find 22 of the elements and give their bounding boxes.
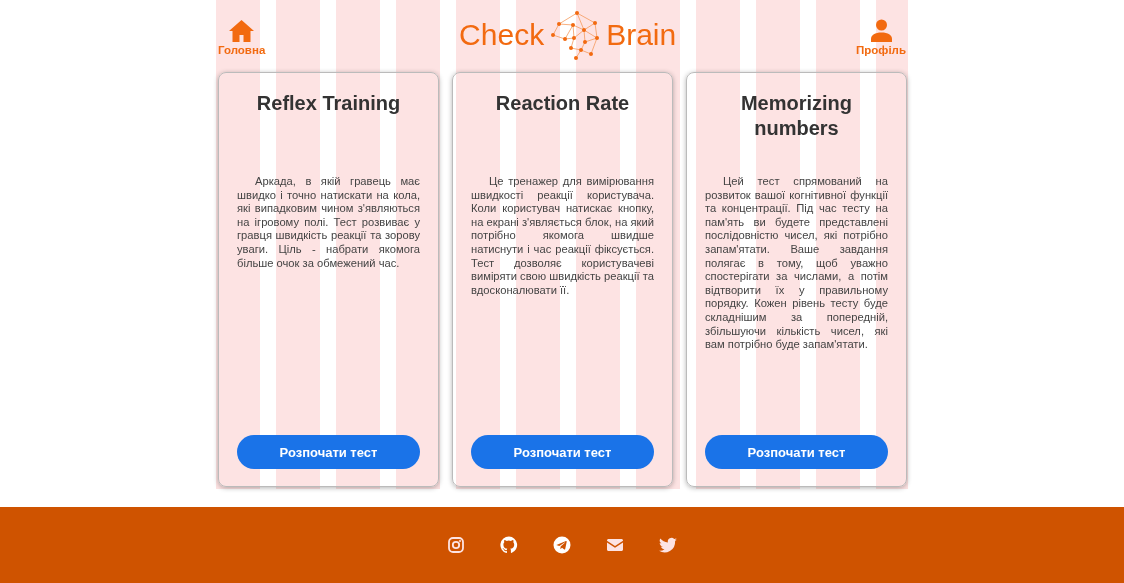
home-icon [228, 18, 256, 43]
card-title: Reflex Training [256, 91, 401, 116]
social-link[interactable] [552, 535, 572, 555]
logo-text: Brain [606, 18, 677, 52]
start-test-button[interactable]: Розпочати тест [471, 435, 654, 469]
paper-plane-icon [552, 535, 572, 555]
card-description: Цей тест спрямований на розвиток вашої когнітивної функції та концентрації. Під час тесту на пам'ять ви будете представлені послідовністю чисел, які потрібно запам'ятати. Ваше завдання полягає в тому, щоб уважно спостерігати за числами, а потім відтворити їх у правильному порядку. Кожен рівень тесту буде складнішим за попередній, збільшуючи кількість чисел, які вам потрібно буде запам'ятати. [705, 175, 888, 352]
card-description: Аркада, в якій гравець має швидко і точно натискати на кола, які випадковим чином з'являються на ігровому полі. Тест розвиває у гравця швидкість реакції та зорову уваги. Ціль - набрати якомога більше очок за обмежений час. [237, 175, 420, 271]
github-icon [499, 535, 519, 555]
social-link[interactable] [446, 535, 466, 555]
card-title: Memorizing numbers [739, 91, 854, 141]
card-title: Reaction Rate [495, 91, 630, 116]
bird-icon [658, 535, 678, 555]
social-link[interactable] [499, 535, 519, 555]
start-test-button[interactable]: Розпочати тест [237, 435, 420, 469]
start-test-button[interactable]: Розпочати тест [705, 435, 888, 469]
home-link[interactable]: Головна [218, 18, 266, 56]
profile-link[interactable]: Профіль [856, 18, 906, 56]
logo-text: Check [459, 18, 545, 52]
social-link[interactable] [658, 535, 678, 555]
instagram-icon [446, 535, 466, 555]
card-description: Це тренажер для вимірювання швидкості реакції користувача. Коли користувач натискає кнопку, на екрані з'являється блок, на який потрібно якомога швидше натиснути і час реакції фіксується. Тест дозволяє користувачеві виміряти свою швидкість реакції та вдосконалювати її. [471, 175, 654, 298]
